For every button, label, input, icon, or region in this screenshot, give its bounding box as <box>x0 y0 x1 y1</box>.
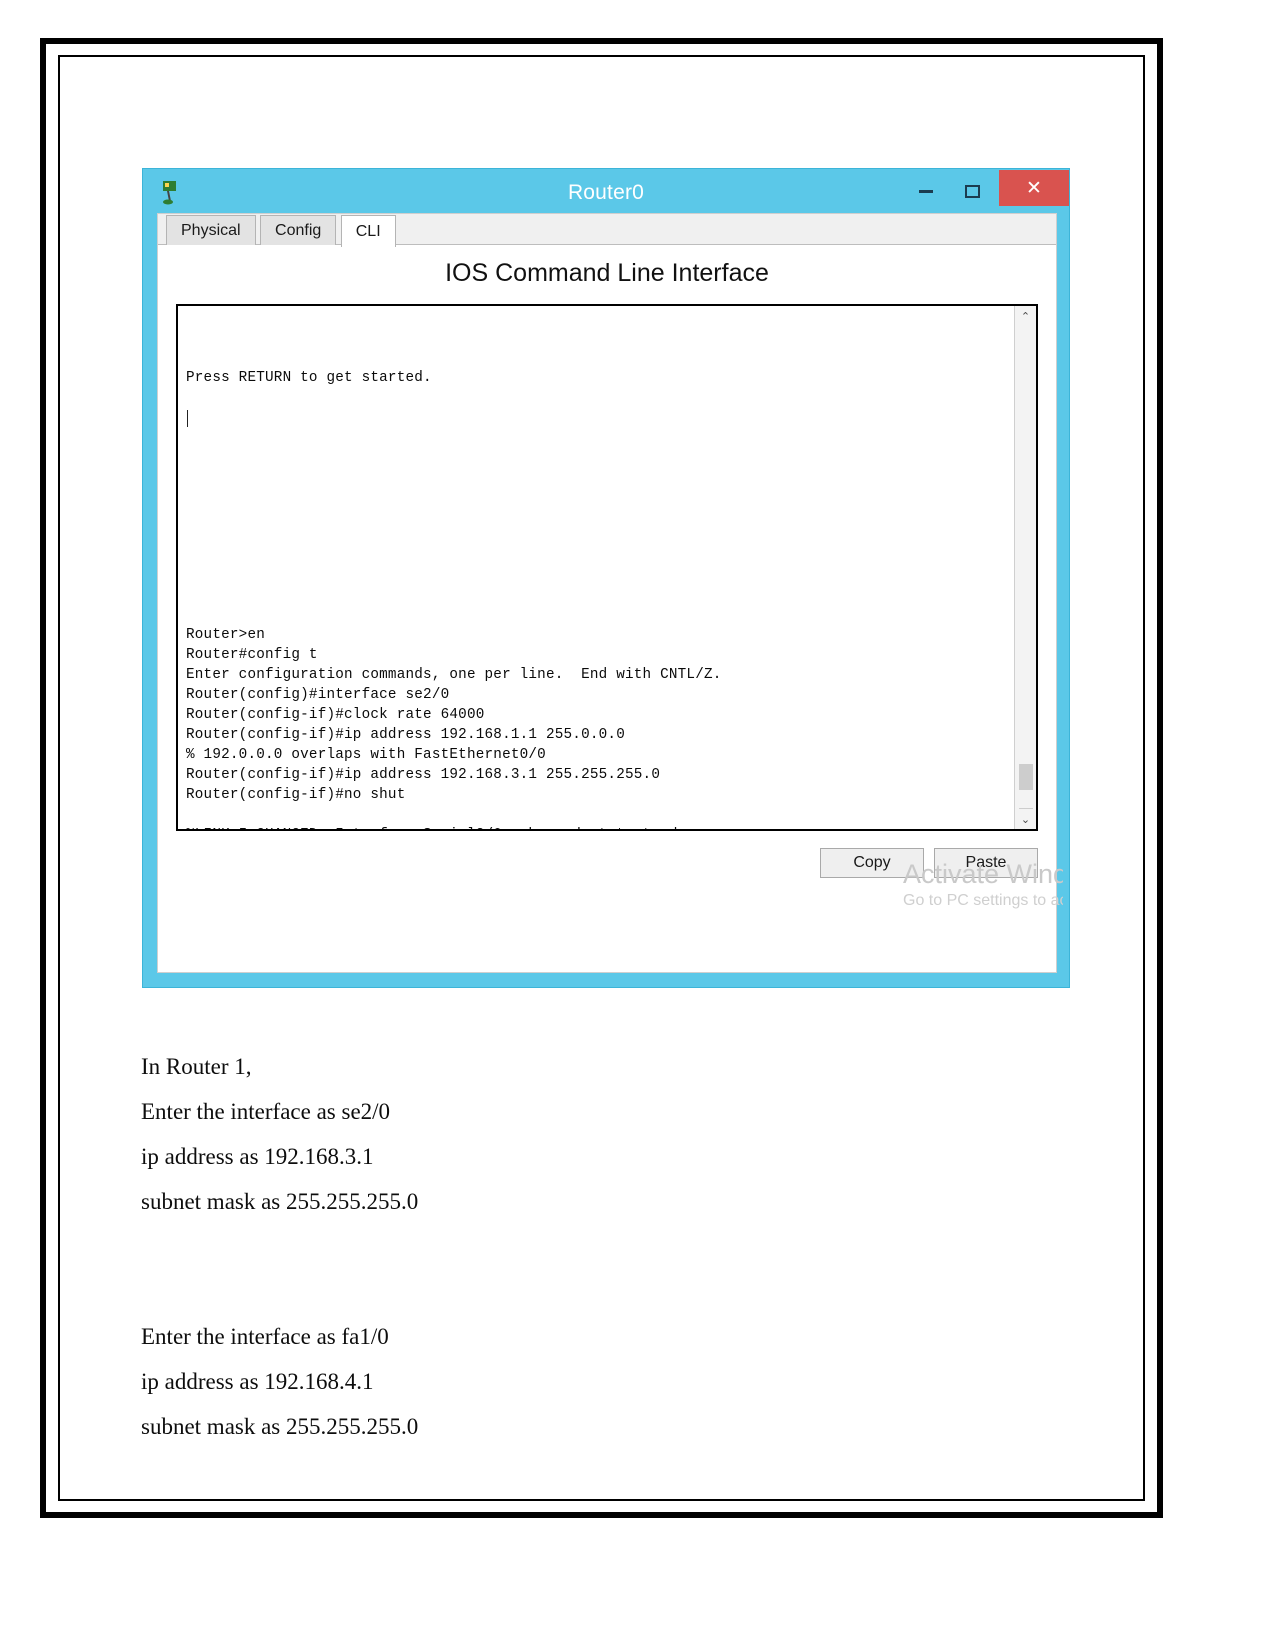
document-body-text: In Router 1, Enter the interface as se2/… <box>141 1044 941 1449</box>
router-device-window: Router0 ✕ Physical Config CLI IOS Comman… <box>142 168 1070 988</box>
window-titlebar[interactable]: Router0 ✕ <box>143 169 1069 217</box>
terminal-line: Router(config-if)#ip address 192.168.1.1… <box>186 727 625 743</box>
terminal-line: Router(config-if)#ip address 192.168.3.1… <box>186 767 661 783</box>
terminal-line: Router(config-if)#no shut <box>186 787 406 803</box>
close-button[interactable]: ✕ <box>999 170 1069 206</box>
terminal-line: % 192.0.0.0 overlaps with FastEthernet0/… <box>186 747 546 763</box>
tab-strip: Physical Config CLI <box>158 214 1056 247</box>
terminal-output[interactable]: Press RETURN to get started. Router>en R… <box>178 306 1014 829</box>
terminal-top-spacer <box>186 320 1006 368</box>
terminal-line: Press RETURN to get started. <box>186 370 432 386</box>
terminal-line: Router(config-if)#clock rate 64000 <box>186 707 485 723</box>
terminal-line: Router(config)#interface se2/0 <box>186 687 450 703</box>
minimize-icon <box>919 189 933 193</box>
terminal-line: Router#config t <box>186 647 318 663</box>
doc-line: ip address as 192.168.4.1 <box>141 1369 374 1394</box>
scroll-down-icon[interactable]: ⌄ <box>1015 809 1036 829</box>
cli-action-buttons: Copy Paste <box>820 848 1038 878</box>
terminal-container: Press RETURN to get started. Router>en R… <box>176 304 1038 831</box>
copy-button[interactable]: Copy <box>820 848 924 878</box>
doc-line: In Router 1, <box>141 1054 252 1079</box>
doc-line: subnet mask as 255.255.255.0 <box>141 1414 419 1439</box>
maximize-icon <box>964 184 980 198</box>
terminal-scrollbar[interactable]: ⌃ ⌄ <box>1014 306 1036 829</box>
paste-button[interactable]: Paste <box>934 848 1038 878</box>
cli-heading: IOS Command Line Interface <box>445 259 769 287</box>
doc-line: subnet mask as 255.255.255.0 <box>141 1189 419 1214</box>
terminal-caret <box>187 410 188 427</box>
scrollbar-thumb[interactable] <box>1019 764 1033 790</box>
doc-line: Enter the interface as fa1/0 <box>141 1324 389 1349</box>
tab-cli[interactable]: CLI <box>340 215 396 247</box>
terminal-line: Enter configuration commands, one per li… <box>186 667 722 683</box>
minimize-button[interactable] <box>903 169 949 213</box>
doc-line: ip address as 192.168.3.1 <box>141 1144 374 1169</box>
terminal-gap <box>186 427 1006 625</box>
doc-line: Enter the interface as se2/0 <box>141 1099 391 1124</box>
terminal-line: %LINK-5-CHANGED: Interface Serial2/0, ch… <box>186 825 1006 829</box>
scroll-up-icon[interactable]: ⌃ <box>1015 306 1036 326</box>
tab-config[interactable]: Config <box>260 215 337 245</box>
window-client-area: Physical Config CLI IOS Command Line Int… <box>157 213 1057 973</box>
tab-physical[interactable]: Physical <box>166 215 256 245</box>
window-controls: ✕ <box>903 169 1069 213</box>
terminal-line: Router>en <box>186 627 266 643</box>
packet-tracer-router-icon <box>159 179 183 205</box>
doc-paragraph-break <box>141 1224 941 1314</box>
maximize-button[interactable] <box>949 169 995 213</box>
